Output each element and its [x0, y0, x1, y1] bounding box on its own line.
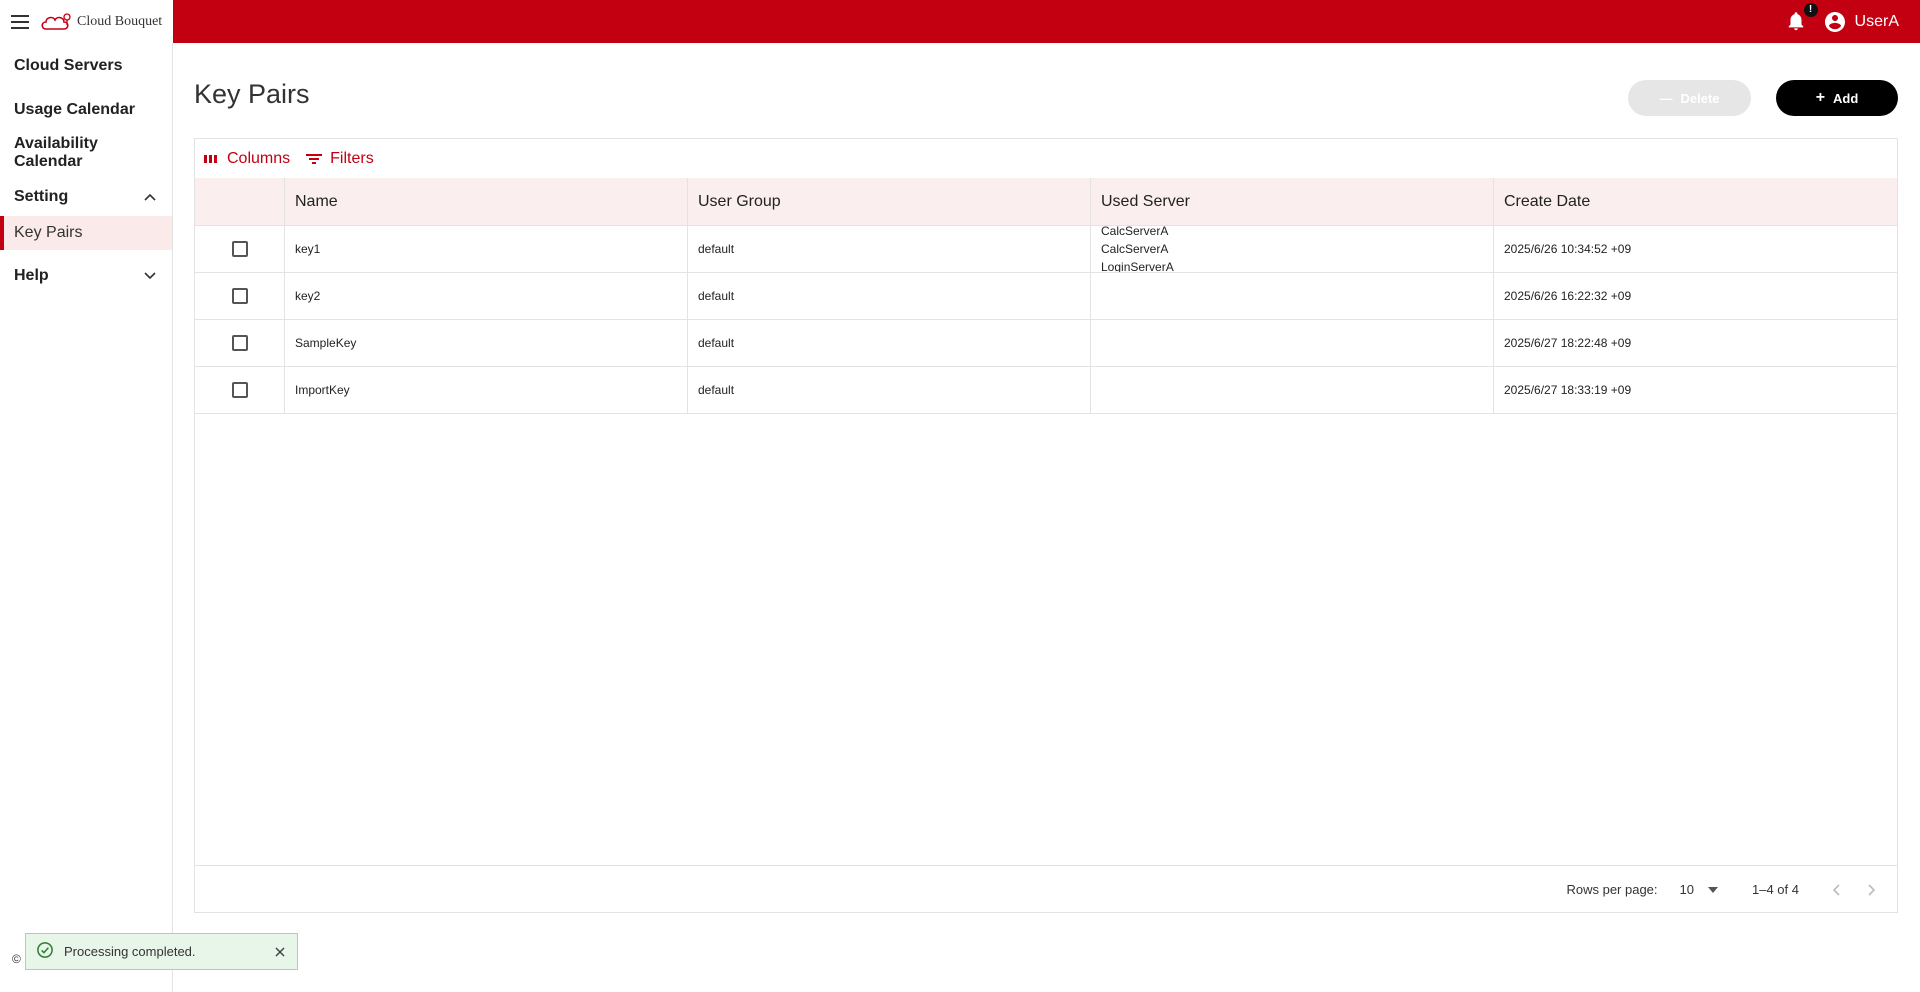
used-server-entry: CalcServerA	[1101, 242, 1169, 256]
row-checkbox[interactable]	[231, 241, 248, 257]
sidebar-item-usage-calendar[interactable]: Usage Calendar	[14, 101, 135, 119]
logo[interactable]: Cloud Bouquet	[40, 12, 162, 32]
sidebar: Cloud Servers Usage Calendar Availabilit…	[0, 43, 173, 992]
cell-used-server	[1091, 367, 1494, 413]
check-circle-icon	[36, 941, 54, 962]
success-toast: Processing completed.	[25, 933, 298, 970]
row-select-cell	[195, 367, 285, 413]
cell-user-group: default	[688, 273, 1091, 319]
brand-area: Cloud Bouquet	[0, 0, 173, 43]
table-row[interactable]: SampleKey default 2025/6/27 18:22:48 +09	[195, 320, 1897, 367]
row-select-cell	[195, 320, 285, 366]
header-actions: ! UserA	[1785, 0, 1899, 43]
cell-used-server	[1091, 320, 1494, 366]
bell-icon	[1788, 11, 1803, 30]
row-checkbox[interactable]	[231, 335, 248, 351]
pagination-controls	[1827, 881, 1881, 899]
filters-button[interactable]: Filters	[306, 150, 374, 168]
close-icon	[275, 946, 285, 957]
sidebar-item-cloud-servers[interactable]: Cloud Servers	[14, 57, 122, 75]
notifications-button[interactable]: !	[1785, 2, 1818, 34]
columns-button[interactable]: Columns	[203, 150, 290, 168]
columns-icon	[204, 155, 217, 163]
cell-create-date: 2025/6/26 16:22:32 +09	[1504, 289, 1632, 303]
notification-badge: !	[1803, 2, 1818, 17]
user-name: UserA	[1854, 12, 1899, 30]
table-row[interactable]: key1 default CalcServerA CalcServerA Log…	[195, 226, 1897, 273]
cell-user-group: default	[688, 226, 1091, 272]
chevron-up-icon	[144, 193, 156, 201]
columns-label: Columns	[227, 150, 291, 167]
chevron-right-icon	[1868, 883, 1876, 896]
rows-per-page-label: Rows per page:	[1566, 882, 1658, 897]
column-header-create-date[interactable]: Create Date	[1494, 178, 1897, 226]
key-pairs-grid: Columns Filters Name User Group Used Ser…	[194, 138, 1898, 913]
chevron-left-icon	[1832, 883, 1840, 896]
filter-icon	[306, 154, 323, 164]
cell-user-group: default	[688, 367, 1091, 413]
minus-icon: —	[1659, 90, 1673, 106]
hamburger-menu-button[interactable]	[0, 0, 40, 43]
add-button-label: Add	[1833, 90, 1859, 106]
used-server-entry: LoginServerA	[1101, 260, 1174, 272]
cell-create-date: 2025/6/27 18:22:48 +09	[1504, 336, 1632, 350]
column-header-used-server[interactable]: Used Server	[1091, 178, 1494, 226]
account-circle-icon	[1824, 11, 1845, 32]
plus-icon: +	[1815, 89, 1826, 106]
header-select-cell	[195, 178, 285, 226]
rows-per-page-select[interactable]: 10	[1680, 882, 1718, 897]
user-menu-button[interactable]: UserA	[1823, 10, 1899, 34]
page-title: Key Pairs	[194, 79, 310, 109]
grid-toolbar: Columns Filters	[203, 147, 374, 171]
rows-per-page-value: 10	[1679, 882, 1694, 897]
cell-create-date: 2025/6/27 18:33:19 +09	[1504, 383, 1632, 397]
cell-create-date: 2025/6/26 10:34:52 +09	[1504, 242, 1632, 256]
table-header: Name User Group Used Server Create Date	[195, 178, 1897, 226]
column-header-name[interactable]: Name	[285, 178, 688, 226]
toast-close-button[interactable]	[273, 945, 287, 959]
cell-used-server	[1091, 273, 1494, 319]
table-row[interactable]: ImportKey default 2025/6/27 18:33:19 +09	[195, 367, 1897, 414]
cell-used-server: CalcServerA CalcServerA LoginServerA	[1091, 226, 1494, 272]
sidebar-section-help[interactable]: Help	[0, 261, 172, 291]
cell-name: SampleKey	[285, 320, 688, 366]
filters-label: Filters	[330, 150, 374, 167]
row-checkbox[interactable]	[231, 382, 248, 398]
sidebar-item-availability-calendar[interactable]: Availability Calendar	[14, 135, 134, 171]
cell-name: key1	[285, 226, 688, 272]
chevron-down-icon	[144, 272, 156, 280]
pagination-range: 1–4 of 4	[1752, 882, 1799, 897]
grid-footer: Rows per page: 10 1–4 of 4	[195, 865, 1897, 913]
caret-down-icon	[1708, 886, 1718, 893]
row-select-cell	[195, 226, 285, 272]
brand-name: Cloud Bouquet	[77, 13, 163, 29]
row-select-cell	[195, 273, 285, 319]
sidebar-section-setting[interactable]: Setting	[0, 182, 172, 212]
delete-button-label: Delete	[1680, 90, 1720, 106]
column-header-user-group[interactable]: User Group	[688, 178, 1091, 226]
previous-page-button[interactable]	[1827, 881, 1845, 899]
next-page-button[interactable]	[1863, 881, 1881, 899]
sidebar-section-label: Help	[14, 267, 49, 284]
sidebar-section-label: Setting	[14, 188, 69, 205]
row-checkbox[interactable]	[231, 288, 248, 304]
cell-name: key2	[285, 273, 688, 319]
cell-name: ImportKey	[285, 367, 688, 413]
add-button[interactable]: + Add	[1776, 80, 1898, 116]
hamburger-icon	[11, 14, 29, 29]
delete-button[interactable]: — Delete	[1628, 80, 1751, 116]
copyright-text: ©	[12, 952, 21, 966]
table-row[interactable]: key2 default 2025/6/26 16:22:32 +09	[195, 273, 1897, 320]
toast-message: Processing completed.	[64, 944, 196, 959]
cell-user-group: default	[688, 320, 1091, 366]
top-app-bar: Cloud Bouquet ! UserA	[0, 0, 1920, 43]
sidebar-item-key-pairs[interactable]: Key Pairs	[0, 216, 172, 250]
used-server-entry: CalcServerA	[1101, 226, 1169, 238]
cloud-bouquet-logo-icon	[41, 12, 71, 30]
